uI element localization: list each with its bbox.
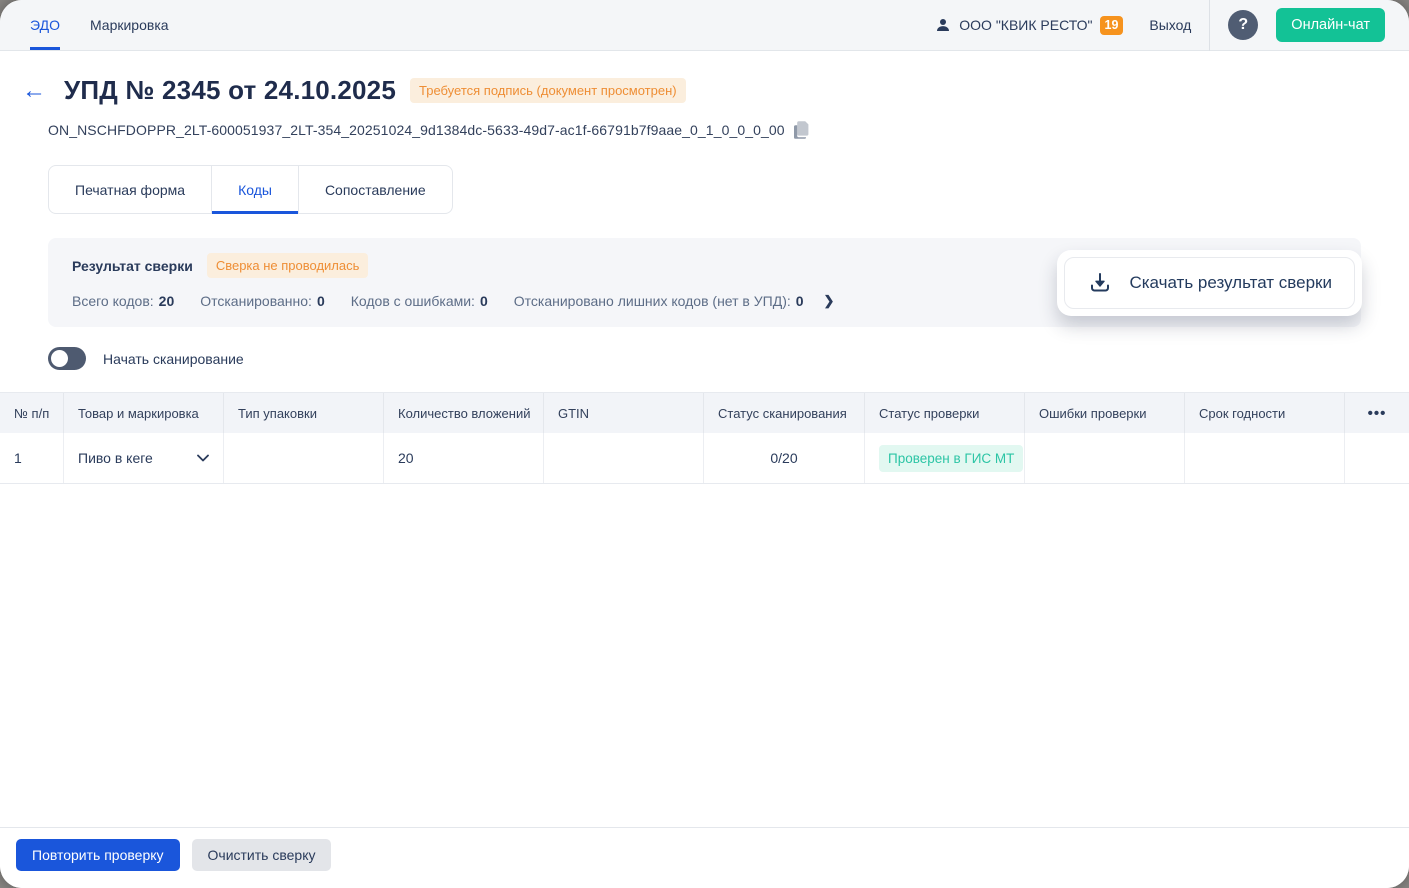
chevron-down-icon: [197, 454, 209, 462]
cell-check-status: Проверен в ГИС МТ: [865, 433, 1025, 483]
tab-codes[interactable]: Коды: [212, 165, 299, 214]
product-dropdown-value: Пиво в кеге: [78, 450, 153, 466]
download-icon: [1087, 271, 1113, 295]
col-header-scan-status: Статус сканирования: [704, 393, 865, 433]
toggle-knob: [51, 350, 68, 367]
product-dropdown[interactable]: Пиво в кеге: [78, 450, 209, 466]
top-bar: ЭДО Маркировка ООО "КВИК РЕСТО" 19 Выход…: [0, 0, 1409, 51]
copy-icon[interactable]: [793, 121, 810, 139]
more-options-icon[interactable]: •••: [1368, 405, 1387, 422]
stat-error-codes: Кодов с ошибками: 0: [350, 293, 488, 309]
col-header-expiry: Срок годности: [1185, 393, 1345, 433]
cell-product: Пиво в кеге: [64, 433, 224, 483]
person-icon: [934, 16, 952, 34]
col-header-more: •••: [1345, 393, 1409, 433]
codes-table: № п/п Товар и маркировка Тип упаковки Ко…: [0, 392, 1409, 484]
cell-more: [1345, 433, 1409, 483]
footer-bar: Повторить проверку Очистить сверку: [0, 827, 1409, 888]
nav-item-edo[interactable]: ЭДО: [30, 0, 60, 50]
col-header-gtin: GTIN: [544, 393, 704, 433]
reconciliation-title: Результат сверки: [72, 257, 193, 274]
topbar-divider: [1209, 0, 1211, 51]
cell-scan-status: 0/20: [704, 433, 865, 483]
col-header-package-type: Тип упаковки: [224, 393, 384, 433]
filename-row: ON_NSCHFDOPPR_2LT-600051937_2LT-354_2025…: [48, 121, 1361, 139]
top-navigation: ЭДО Маркировка: [30, 0, 169, 50]
repeat-check-button[interactable]: Повторить проверку: [16, 839, 180, 871]
reconciliation-panel: Результат сверки Сверка не проводилась В…: [48, 238, 1362, 327]
clear-reconciliation-button[interactable]: Очистить сверку: [191, 839, 332, 871]
table-header-row: № п/п Товар и маркировка Тип упаковки Ко…: [0, 392, 1409, 433]
cell-check-errors: [1025, 433, 1185, 483]
company-name: ООО "КВИК РЕСТО": [959, 17, 1093, 33]
document-filename: ON_NSCHFDOPPR_2LT-600051937_2LT-354_2025…: [48, 122, 785, 138]
chevron-right-icon[interactable]: ❯: [824, 293, 835, 309]
signature-status-badge: Требуется подпись (документ просмотрен): [410, 78, 686, 103]
document-tabs: Печатная форма Коды Сопоставление: [48, 165, 1361, 214]
reconciliation-status-badge: Сверка не проводилась: [206, 253, 369, 278]
table-row: 1 Пиво в кеге 20 0/20 Проверен в ГИС МТ: [0, 433, 1409, 484]
stat-extra-codes: Отсканировано лишних кодов (нет в УПД): …: [513, 293, 804, 309]
nav-item-markirovka[interactable]: Маркировка: [90, 0, 169, 50]
tab-print-form[interactable]: Печатная форма: [48, 165, 213, 214]
check-status-badge: Проверен в ГИС МТ: [879, 444, 1024, 472]
app-window: ЭДО Маркировка ООО "КВИК РЕСТО" 19 Выход…: [0, 0, 1409, 888]
tab-matching[interactable]: Сопоставление: [298, 165, 453, 214]
download-result-button[interactable]: Скачать результат сверки: [1064, 256, 1355, 309]
stat-scanned: Отсканированно: 0: [200, 293, 325, 309]
col-header-check-status: Статус проверки: [865, 393, 1025, 433]
scan-toggle-label: Начать сканирование: [103, 350, 244, 367]
stat-total-codes: Всего кодов: 20: [72, 293, 175, 309]
page-title: УПД № 2345 от 24.10.2025: [64, 75, 396, 105]
col-header-product: Товар и маркировка: [64, 393, 224, 433]
col-header-num: № п/п: [0, 393, 64, 433]
topbar-right-group: ООО "КВИК РЕСТО" 19 Выход ? Онлайн-чат: [934, 0, 1385, 51]
main-content: ← УПД № 2345 от 24.10.2025 Требуется под…: [0, 51, 1409, 827]
cell-nested-count: 20: [384, 433, 544, 483]
back-arrow-icon[interactable]: ←: [18, 77, 50, 105]
cell-package-type: [224, 433, 384, 483]
scan-toggle-row: Начать сканирование: [48, 347, 1361, 370]
download-button-wrapper: Скачать результат сверки: [1057, 249, 1362, 316]
download-button-label: Скачать результат сверки: [1129, 272, 1332, 292]
col-header-nested-count: Количество вложений: [384, 393, 544, 433]
start-scanning-toggle[interactable]: [48, 347, 86, 370]
online-chat-button[interactable]: Онлайн-чат: [1276, 8, 1385, 42]
document-header: ← УПД № 2345 от 24.10.2025 Требуется под…: [18, 75, 1385, 106]
company-account[interactable]: ООО "КВИК РЕСТО" 19: [934, 15, 1124, 35]
logout-link[interactable]: Выход: [1149, 17, 1191, 33]
notification-count-badge: 19: [1099, 15, 1124, 35]
help-icon[interactable]: ?: [1228, 10, 1259, 40]
cell-num: 1: [0, 433, 64, 483]
cell-gtin: [544, 433, 704, 483]
col-header-check-errors: Ошибки проверки: [1025, 393, 1185, 433]
cell-expiry: [1185, 433, 1345, 483]
